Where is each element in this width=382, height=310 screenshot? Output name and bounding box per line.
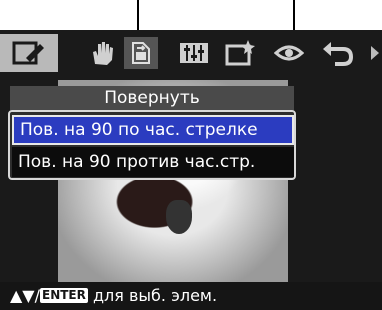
rotate-page-icon[interactable]: [124, 37, 158, 69]
photo-detail: [166, 200, 192, 234]
hand-icon[interactable]: [82, 34, 122, 72]
red-eye-icon[interactable]: [272, 34, 306, 72]
scroll-right-icon[interactable]: [368, 34, 382, 72]
adjust-sliders-icon[interactable]: [176, 34, 212, 72]
rotate-menu: Пов. на 90 по час. стрелке Пов. на 90 пр…: [8, 110, 296, 180]
status-bar: ▲▼/ENTER для выб. элем.: [0, 282, 382, 310]
status-text: для выб. элем.: [87, 286, 218, 305]
enter-key-icon: ENTER: [40, 288, 88, 303]
dialog-title: Повернуть: [10, 86, 294, 110]
menu-item-rotate-ccw[interactable]: Пов. на 90 против час.стр.: [12, 147, 294, 177]
edit-icon[interactable]: [0, 34, 58, 72]
frame-star-icon[interactable]: [222, 34, 258, 72]
arrow-keys-hint: ▲▼/: [10, 286, 40, 305]
undo-icon[interactable]: [318, 34, 358, 72]
menu-item-rotate-cw[interactable]: Пов. на 90 по час. стрелке: [12, 115, 294, 145]
edit-toolbar: [0, 30, 382, 76]
